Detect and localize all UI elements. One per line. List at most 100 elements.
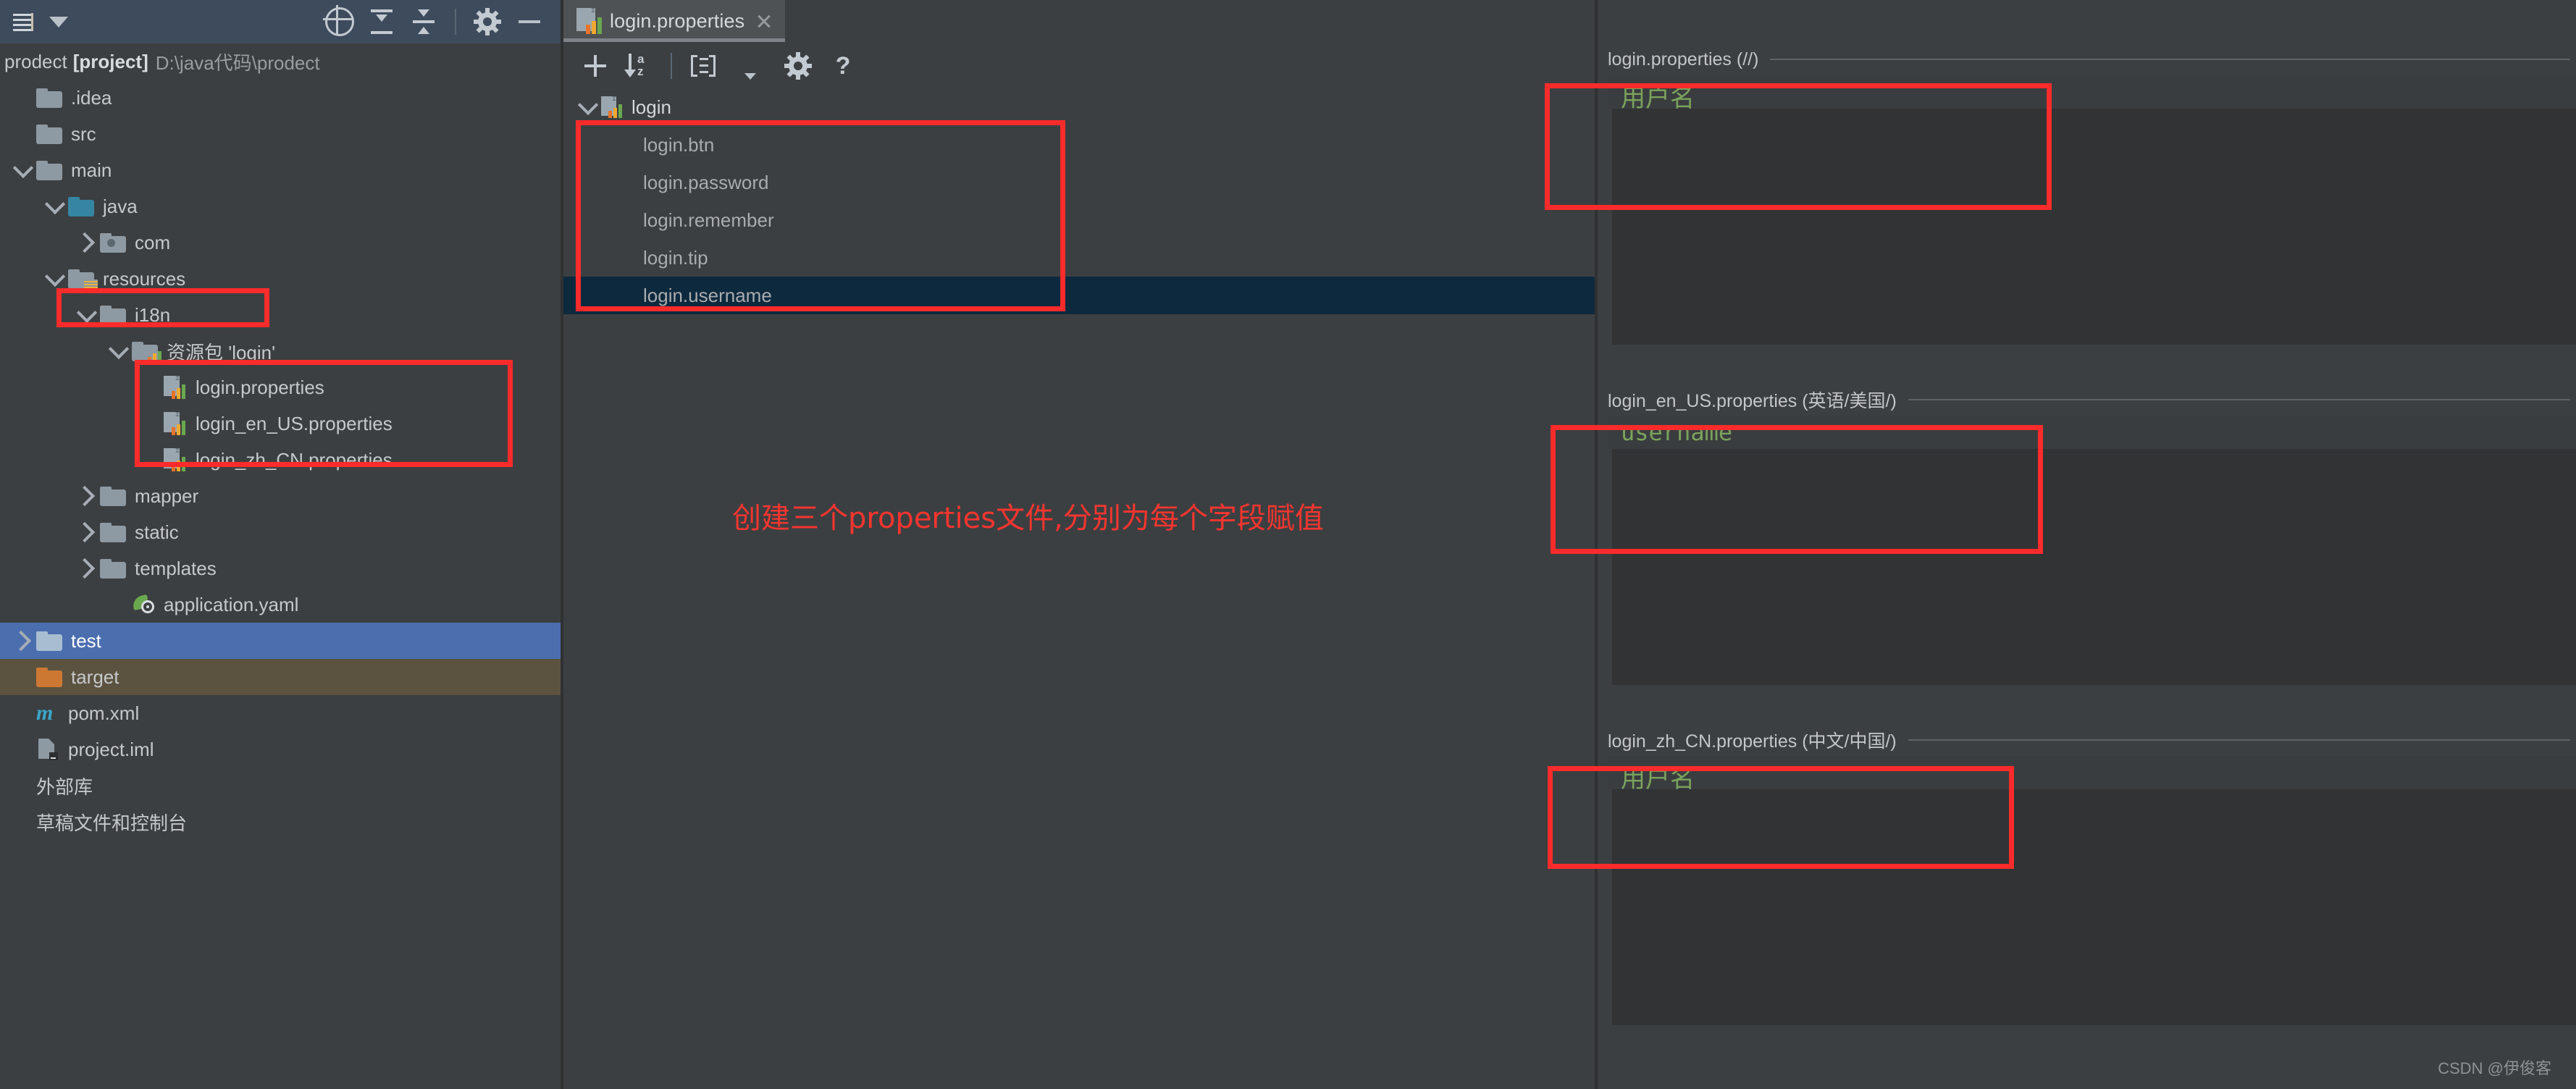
spring-yaml-file-icon [131, 593, 155, 616]
value-editor[interactable]: username [1608, 416, 2576, 685]
project-root-tag: [project] [72, 50, 148, 72]
chevron-right-icon[interactable] [10, 630, 36, 652]
properties-file-icon [164, 412, 187, 435]
chevron-right-icon[interactable] [74, 232, 100, 253]
tree-node-.idea[interactable]: .idea [0, 80, 563, 116]
value-section-header: login.properties (//) [1598, 43, 2576, 75]
watermark: CSDN @伊俊客 [2438, 1059, 2551, 1077]
close-icon[interactable] [756, 14, 771, 28]
tree-node-label: i18n [135, 303, 171, 326]
iml-file-icon [36, 738, 59, 761]
tree-node-templates[interactable]: templates [0, 550, 563, 586]
tree-node-pom.xml[interactable]: m pom.xml [0, 695, 563, 731]
value-section: login.properties (//) 用户名 [1598, 43, 2576, 345]
tree-node-login_zh_cn.properties[interactable]: login_zh_CN.properties [0, 442, 563, 478]
tree-node-java[interactable]: java [0, 188, 563, 224]
editor-gutter [1608, 756, 1612, 1025]
panel-divider-left[interactable] [561, 0, 563, 1089]
keys-tree[interactable]: login login.btn login.password login.rememb… [563, 88, 1598, 314]
help-icon[interactable]: ? [821, 43, 865, 88]
settings-gear-icon[interactable] [466, 8, 508, 35]
chevron-down-icon[interactable] [74, 302, 100, 323]
key-row[interactable]: login.username [563, 277, 1598, 314]
tree-node-project.iml[interactable]: project.iml [0, 731, 563, 768]
keys-root-node[interactable]: login [563, 88, 1598, 126]
folder-icon [36, 667, 62, 687]
settings-gear-icon[interactable] [775, 43, 821, 88]
tree-node-resources[interactable]: resources [0, 261, 563, 297]
tree-node-label: src [71, 122, 96, 145]
chevron-down-icon[interactable] [42, 193, 68, 214]
tab-login-properties[interactable]: login.properties [563, 0, 786, 42]
sort-alphabetically-icon[interactable]: az [617, 43, 662, 88]
folder-icon [100, 522, 126, 542]
chevron-down-icon[interactable] [575, 94, 601, 115]
locate-icon[interactable] [319, 5, 361, 36]
keys-root-label: login [632, 96, 671, 118]
key-label: login.tip [643, 246, 708, 269]
value-section-title: login_en_US.properties (英语/美国/) [1608, 391, 1897, 411]
tree-node-mapper[interactable]: mapper [0, 478, 563, 514]
folder-icon [36, 88, 62, 108]
value-editor[interactable]: 用户名 [1608, 75, 2576, 345]
tree-node-label: login.properties [196, 376, 324, 398]
value-editors-panel[interactable]: login.properties (//) 用户名 login_en_US.prop… [1598, 43, 2576, 1089]
chevron-down-icon[interactable] [42, 266, 68, 287]
expand-all-icon[interactable] [403, 9, 445, 34]
project-root-title[interactable]: prodect [project] D:\java代码\prodect [0, 43, 563, 80]
folder-icon [100, 305, 126, 325]
key-row[interactable]: login.remember [563, 201, 1598, 239]
tree-node-label: pom.xml [68, 702, 140, 724]
hide-icon[interactable] [508, 20, 550, 23]
header-rule [1770, 59, 2570, 60]
project-tool-window[interactable]: prodect [project] D:\java代码\prodect .ide… [0, 43, 563, 1089]
chevron-down-icon[interactable] [106, 338, 132, 359]
tree-node-label: 外部库 [36, 775, 93, 798]
maven-file-icon: m [36, 701, 54, 725]
value-section: login_zh_CN.properties (中文/中国/) 用户名 [1598, 724, 2576, 1025]
tree-node-login.properties[interactable]: login.properties [0, 369, 563, 405]
value-editor[interactable]: 用户名 [1608, 756, 2576, 1025]
folder-icon [100, 232, 126, 253]
chevron-right-icon[interactable] [74, 485, 100, 507]
tree-node-i18n[interactable]: i18n [0, 297, 563, 333]
key-row[interactable]: login.tip [563, 239, 1598, 277]
tree-node-label: mapper [135, 484, 199, 507]
panel-divider-right[interactable] [1595, 0, 1598, 1089]
value-section-title: login_zh_CN.properties (中文/中国/) [1608, 731, 1897, 752]
header-rule [1908, 399, 2570, 400]
value-section-title: login.properties (//) [1608, 49, 1759, 70]
tree-node-label: application.yaml [164, 593, 299, 615]
list-icon[interactable] [6, 13, 39, 31]
group-by-prefix-icon[interactable] [681, 43, 726, 88]
tree-node-label: java [103, 195, 138, 217]
tree-node--login-[interactable]: 资源包 'login' [0, 333, 563, 369]
tree-node-target[interactable]: target [0, 659, 563, 695]
chevron-right-icon[interactable] [74, 558, 100, 579]
tree-node-test[interactable]: test [0, 623, 563, 659]
folder-icon [36, 160, 62, 180]
collapse-all-icon[interactable] [361, 9, 403, 34]
tree-node-label: com [135, 231, 171, 253]
tree-node--[interactable]: 外部库 [0, 768, 563, 804]
key-row[interactable]: login.btn [563, 126, 1598, 164]
tree-node-label: login_zh_CN.properties [196, 448, 393, 471]
add-property-icon[interactable] [574, 43, 617, 88]
chevron-down-icon[interactable] [39, 16, 78, 28]
chevron-down-icon[interactable] [10, 157, 36, 178]
project-tree[interactable]: .idea src main java com resources i18n 资源包 'log… [0, 80, 563, 840]
chevron-right-icon[interactable] [74, 521, 100, 543]
properties-file-icon [576, 8, 602, 34]
tree-node-login_en_us.properties[interactable]: login_en_US.properties [0, 405, 563, 442]
resource-bundle-keys-panel[interactable]: az ? login login.btn login.password login.r… [563, 43, 1598, 1089]
tree-node-src[interactable]: src [0, 116, 563, 152]
folder-icon [36, 124, 62, 144]
tree-node-static[interactable]: static [0, 514, 563, 550]
tree-node-com[interactable]: com [0, 224, 563, 261]
tree-node--[interactable]: 草稿文件和控制台 [0, 804, 563, 840]
value-section-header: login_zh_CN.properties (中文/中国/) [1598, 724, 2576, 756]
tree-node-main[interactable]: main [0, 152, 563, 188]
key-row[interactable]: login.password [563, 164, 1598, 201]
tree-node-application.yaml[interactable]: application.yaml [0, 586, 563, 623]
chevron-down-icon[interactable] [726, 43, 775, 88]
